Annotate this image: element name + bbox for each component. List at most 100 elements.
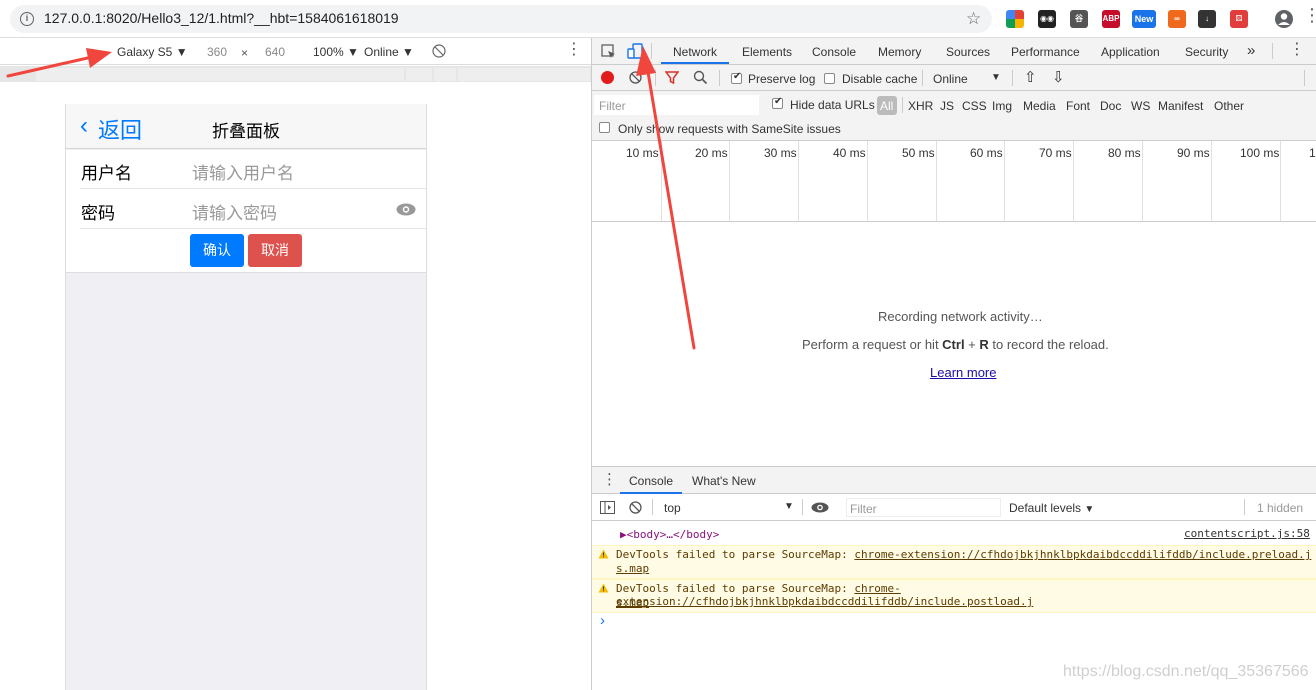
type-filter-manifest[interactable]: Manifest	[1158, 99, 1203, 113]
context-select[interactable]: top	[664, 501, 681, 515]
timeline-gridline	[1142, 141, 1143, 221]
confirm-button[interactable]: 确认	[190, 234, 244, 267]
preserve-log-checkbox[interactable]	[731, 71, 742, 84]
import-har-icon[interactable]: ⇧	[1024, 68, 1037, 86]
media-query-bar[interactable]	[406, 68, 432, 81]
type-filter-img[interactable]: Img	[992, 99, 1012, 113]
timeline-tick-label: 100 ms	[1240, 146, 1280, 160]
warning-icon	[598, 549, 609, 559]
hidden-count: 1 hidden	[1257, 501, 1304, 515]
type-filter-doc[interactable]: Doc	[1100, 99, 1121, 113]
show-password-eye-icon[interactable]	[396, 203, 416, 216]
browser-menu-icon[interactable]: ⋮	[1303, 6, 1316, 24]
tab-elements[interactable]: Elements	[742, 45, 792, 59]
tab-performance[interactable]: Performance	[1011, 45, 1080, 59]
sourcemap-link-continued[interactable]: s.map	[616, 596, 649, 609]
media-query-bar[interactable]	[36, 68, 404, 81]
password-input[interactable]: 请输入密码	[192, 199, 277, 224]
warning-message: DevTools failed to parse SourceMap: chro…	[616, 548, 1312, 561]
toggle-device-toolbar-icon[interactable]	[627, 43, 643, 60]
more-tabs-chevron-icon[interactable]: »	[1247, 42, 1255, 59]
filter-funnel-icon[interactable]	[665, 71, 679, 84]
search-icon[interactable]	[693, 70, 708, 85]
export-har-icon[interactable]: ⇩	[1052, 68, 1065, 86]
console-input[interactable]	[612, 614, 1302, 632]
hide-data-urls-checkbox[interactable]	[772, 96, 783, 109]
disable-cache-checkbox[interactable]	[824, 73, 835, 84]
samesite-checkbox[interactable]	[599, 122, 610, 133]
throttling-dropdown-icon[interactable]: ▼	[991, 72, 1001, 83]
tab-console[interactable]: Console	[812, 45, 856, 59]
timeline-tick-label: 10 ms	[626, 146, 659, 160]
tab-sources[interactable]: Sources	[946, 45, 990, 59]
console-filter-placeholder: Filter	[850, 502, 877, 516]
console-source-link[interactable]: contentscript.js:58	[1184, 527, 1310, 540]
bookmark-star-icon[interactable]: ☆	[966, 9, 981, 29]
timeline-gridline	[798, 141, 799, 221]
color-extension-icon[interactable]	[1006, 10, 1024, 28]
type-filter-ws[interactable]: WS	[1131, 99, 1150, 113]
timeline-tick-label: 90 ms	[1177, 146, 1210, 160]
type-filter-xhr[interactable]: XHR	[908, 99, 933, 113]
media-query-bar[interactable]	[434, 68, 456, 81]
tab-security[interactable]: Security	[1185, 45, 1228, 59]
url-text[interactable]: 127.0.0.1:8020/Hello3_12/1.html?__hbt=15…	[44, 10, 399, 26]
eyes-extension-icon[interactable]: ◉◉	[1038, 10, 1056, 28]
download-extension-icon[interactable]: ↓	[1198, 10, 1216, 28]
throttling-select[interactable]: Online	[933, 72, 968, 86]
zoom-select[interactable]: 100% ▼	[313, 45, 359, 59]
site-info-icon[interactable]: i	[20, 12, 34, 26]
log-levels-select[interactable]: Default levels ▼	[1009, 501, 1094, 515]
tab-memory[interactable]: Memory	[878, 45, 921, 59]
context-dropdown-icon[interactable]: ▼	[784, 501, 794, 512]
tab-application[interactable]: Application	[1101, 45, 1160, 59]
console-body-element[interactable]: ▶<body>…</body>	[620, 528, 719, 541]
tab-network[interactable]: Network	[673, 45, 717, 59]
back-chevron-icon[interactable]: ‹	[80, 112, 88, 140]
timeline-tick-label: 1	[1309, 146, 1316, 160]
profile-avatar-icon[interactable]	[1274, 9, 1294, 29]
drawer-tab-console[interactable]: Console	[629, 474, 673, 488]
username-input[interactable]: 请输入用户名	[192, 159, 294, 184]
learn-more-link[interactable]: Learn more	[930, 365, 996, 380]
devtools-settings-menu-icon[interactable]: ⋮	[1289, 42, 1305, 58]
username-label: 用户名	[81, 164, 132, 183]
type-filter-font[interactable]: Font	[1066, 99, 1090, 113]
back-button[interactable]: 返回	[98, 113, 142, 145]
media-query-bar[interactable]	[458, 68, 590, 81]
timeline-gridline	[729, 141, 730, 221]
console-prompt-icon: ›	[600, 612, 605, 629]
type-filter-all[interactable]: All	[880, 99, 893, 113]
new-extension-icon[interactable]: New	[1132, 10, 1156, 28]
type-filter-media[interactable]: Media	[1023, 99, 1056, 113]
device-width-input[interactable]: 360	[207, 45, 227, 59]
drawer-menu-icon[interactable]: ⋮	[602, 472, 617, 487]
infinity-extension-icon[interactable]: ∞	[1168, 10, 1186, 28]
record-icon[interactable]	[601, 71, 614, 84]
device-height-input[interactable]: 640	[265, 45, 285, 59]
dice-extension-icon[interactable]: ⚄	[1230, 10, 1248, 28]
timeline-tick-label: 70 ms	[1039, 146, 1072, 160]
cancel-button[interactable]: 取消	[248, 234, 302, 267]
drawer-tab-whats-new[interactable]: What's New	[692, 474, 756, 488]
toolbar-divider	[802, 499, 803, 515]
type-filter-other[interactable]: Other	[1214, 99, 1244, 113]
inspect-element-icon[interactable]	[601, 44, 616, 59]
sourcemap-link-continued[interactable]: s.map	[616, 562, 649, 575]
type-filter-js[interactable]: JS	[940, 99, 954, 113]
device-more-options-icon[interactable]: ⋮	[566, 42, 582, 58]
type-filter-css[interactable]: CSS	[962, 99, 987, 113]
live-expression-eye-icon[interactable]	[811, 502, 829, 513]
sidebar-toggle-icon[interactable]	[600, 501, 615, 514]
clear-icon[interactable]	[629, 71, 642, 84]
cube-extension-icon[interactable]: 谷	[1070, 10, 1088, 28]
device-select[interactable]: Galaxy S5 ▼	[117, 45, 188, 59]
active-tab-indicator	[661, 62, 729, 64]
rotate-device-icon[interactable]	[432, 44, 446, 58]
clear-console-icon[interactable]	[629, 501, 642, 514]
abp-extension-icon[interactable]: ABP	[1102, 10, 1120, 28]
toolbar-divider	[651, 43, 652, 59]
toolbar-divider	[1272, 43, 1273, 59]
sourcemap-link[interactable]: chrome-extension://cfhdojbkjhnklbpkdaibd…	[854, 548, 1311, 561]
network-throttle-select[interactable]: Online ▼	[364, 45, 414, 59]
